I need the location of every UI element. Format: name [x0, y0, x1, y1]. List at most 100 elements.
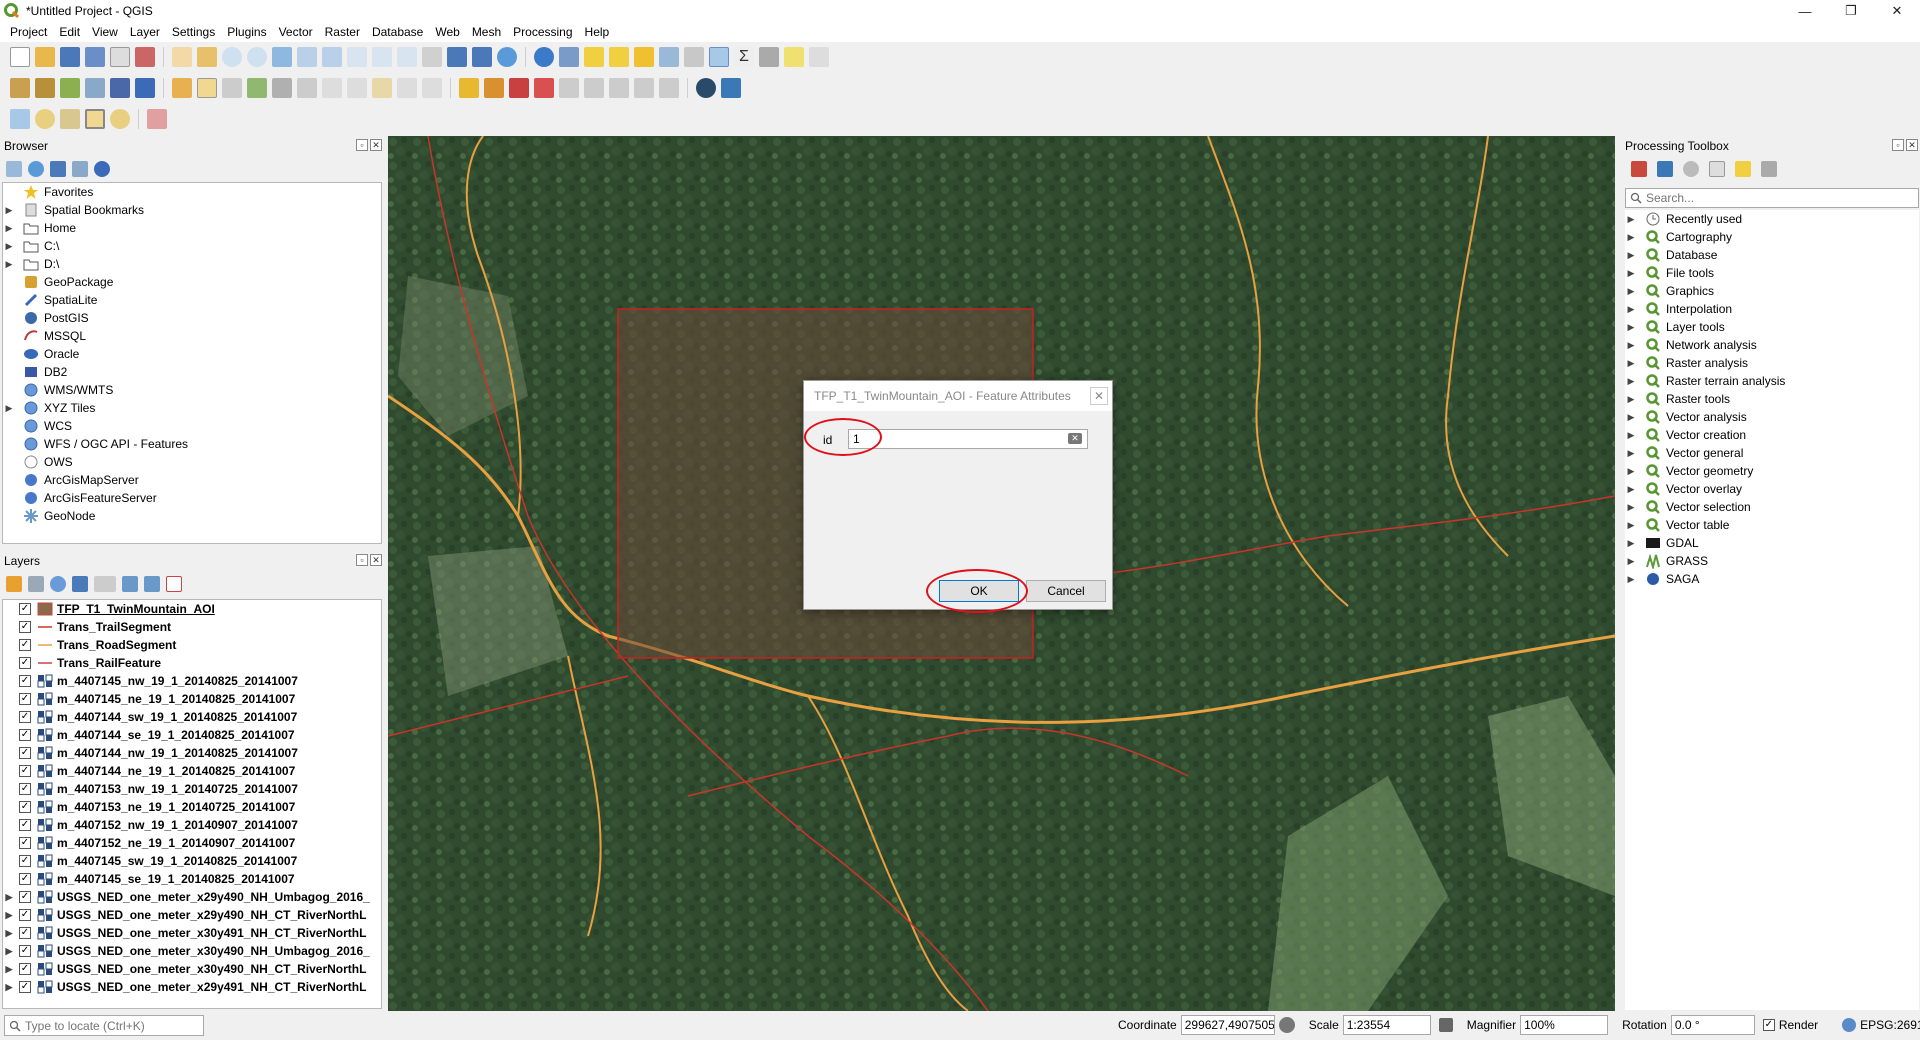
expand-arrow-icon[interactable]: ▶	[1625, 394, 1637, 405]
paste-features-icon[interactable]	[372, 78, 392, 98]
show-hide-labels-icon[interactable]	[534, 78, 554, 98]
layer-visibility-checkbox[interactable]: ✓	[19, 693, 31, 705]
layer-visibility-checkbox[interactable]: ✓	[19, 837, 31, 849]
new-map-view-icon[interactable]	[422, 47, 442, 67]
highlight-labels-icon[interactable]	[509, 78, 529, 98]
models-icon[interactable]	[1631, 161, 1647, 177]
map-tips-icon[interactable]	[784, 47, 804, 67]
toolbox-group[interactable]: ▶ Vector creation	[1625, 426, 1919, 444]
snapping-grid-icon[interactable]	[147, 109, 167, 129]
browser-item[interactable]: GeoPackage	[3, 273, 381, 291]
collapse-all-layers-icon[interactable]	[144, 576, 160, 592]
move-diagram-icon[interactable]	[634, 78, 654, 98]
collapse-all-icon[interactable]	[72, 161, 88, 177]
expand-arrow-icon[interactable]: ▶	[1625, 412, 1637, 423]
expand-arrow-icon[interactable]: ▶	[1625, 358, 1637, 369]
layout-manager-icon[interactable]	[135, 47, 155, 67]
identify-icon[interactable]	[534, 47, 554, 67]
layer-visibility-checkbox[interactable]: ✓	[19, 963, 31, 975]
layer-item[interactable]: ▶ ✓ USGS_NED_one_meter_x30y491_NH_CT_River…	[3, 924, 381, 942]
layer-item[interactable]: ✓ Trans_TrailSegment	[3, 618, 381, 636]
toolbox-group[interactable]: ▶ Cartography	[1625, 228, 1919, 246]
crs-icon[interactable]	[1842, 1018, 1857, 1032]
expand-arrow-icon[interactable]: ▶	[3, 946, 15, 957]
zoom-selection-icon[interactable]	[297, 47, 317, 67]
expand-arrow-icon[interactable]: ▶	[1625, 268, 1637, 279]
cancel-button[interactable]: Cancel	[1026, 580, 1106, 602]
layer-item[interactable]: ✓ m_4407145_nw_19_1_20140825_20141007	[3, 672, 381, 690]
python-console-icon[interactable]	[721, 78, 741, 98]
new-spatialite-layer-icon[interactable]	[110, 78, 130, 98]
add-rectangle-icon[interactable]	[85, 109, 105, 129]
expand-arrow-icon[interactable]: ▶	[3, 982, 15, 993]
scale-input[interactable]	[1342, 1015, 1431, 1035]
redo-icon[interactable]	[422, 78, 442, 98]
expand-arrow-icon[interactable]: ▶	[3, 241, 15, 252]
render-checkbox[interactable]: ✓	[1762, 1019, 1775, 1031]
layer-item[interactable]: ✓ Trans_RoadSegment	[3, 636, 381, 654]
filter-browser-icon[interactable]	[50, 161, 66, 177]
menu-layer[interactable]: Layer	[124, 22, 166, 42]
pan-icon[interactable]	[172, 47, 192, 67]
toolbox-group[interactable]: ▶ Vector selection	[1625, 498, 1919, 516]
field-calculator-icon[interactable]	[684, 47, 704, 67]
menu-database[interactable]: Database	[366, 22, 429, 42]
magnifier-input[interactable]	[1520, 1015, 1609, 1035]
toolbox-group[interactable]: ▶ File tools	[1625, 264, 1919, 282]
crs-label[interactable]: EPSG:26919	[1860, 1018, 1920, 1032]
new-project-icon[interactable]	[10, 47, 30, 67]
scripts-icon[interactable]	[1657, 161, 1673, 177]
select-features-icon[interactable]	[584, 47, 604, 67]
text-annotation-icon[interactable]	[809, 47, 829, 67]
layer-item[interactable]: ▶ ✓ USGS_NED_one_meter_x30y490_NH_Umbagog_…	[3, 942, 381, 960]
cut-features-icon[interactable]	[322, 78, 342, 98]
layer-visibility-checkbox[interactable]: ✓	[19, 657, 31, 669]
toolbox-group[interactable]: ▶ Network analysis	[1625, 336, 1919, 354]
expand-arrow-icon[interactable]: ▶	[1625, 520, 1637, 531]
layer-visibility-checkbox[interactable]: ✓	[19, 801, 31, 813]
expand-arrow-icon[interactable]: ▶	[3, 403, 15, 414]
layer-visibility-checkbox[interactable]: ✓	[19, 891, 31, 903]
undo-icon[interactable]	[397, 78, 417, 98]
regular-shape-icon[interactable]	[60, 109, 80, 129]
new-temporary-layer-icon[interactable]	[85, 78, 105, 98]
close-panel-icon[interactable]: ✕	[370, 139, 382, 151]
layer-visibility-checkbox[interactable]: ✓	[19, 711, 31, 723]
toolbox-group[interactable]: ▶ SAGA	[1625, 570, 1919, 588]
expand-arrow-icon[interactable]: ▶	[3, 223, 15, 234]
layer-item[interactable]: ✓ m_4407145_sw_19_1_20140825_20141007	[3, 852, 381, 870]
properties-widget-icon[interactable]	[94, 161, 110, 177]
expand-arrow-icon[interactable]: ▶	[1625, 322, 1637, 333]
toolbox-search-box[interactable]	[1625, 188, 1919, 208]
toolbox-group[interactable]: ▶ GDAL	[1625, 534, 1919, 552]
expand-arrow-icon[interactable]: ▶	[3, 205, 15, 216]
browser-item[interactable]: GeoNode	[3, 507, 381, 525]
browser-item[interactable]: WCS	[3, 417, 381, 435]
expand-arrow-icon[interactable]: ▶	[1625, 232, 1637, 243]
layer-item[interactable]: ✓ m_4407145_ne_19_1_20140825_20141007	[3, 690, 381, 708]
add-line-feature-icon[interactable]	[10, 109, 30, 129]
close-panel-icon[interactable]: ✕	[1906, 139, 1918, 151]
layer-visibility-checkbox[interactable]: ✓	[19, 981, 31, 993]
layer-visibility-checkbox[interactable]: ✓	[19, 765, 31, 777]
toolbox-group[interactable]: ▶ Vector general	[1625, 444, 1919, 462]
layer-visibility-checkbox[interactable]: ✓	[19, 909, 31, 921]
expand-arrow-icon[interactable]: ▶	[1625, 448, 1637, 459]
layer-item[interactable]: ✓ m_4407144_ne_19_1_20140825_20141007	[3, 762, 381, 780]
toolbox-group[interactable]: ▶ GRASS	[1625, 552, 1919, 570]
remove-layer-icon[interactable]	[166, 576, 182, 592]
new-bookmark-icon[interactable]	[447, 47, 467, 67]
toolbox-group[interactable]: ▶ Raster tools	[1625, 390, 1919, 408]
layer-item[interactable]: ✓ m_4407152_ne_19_1_20140907_20141007	[3, 834, 381, 852]
menu-web[interactable]: Web	[429, 22, 465, 42]
expand-all-icon[interactable]	[122, 576, 138, 592]
zoom-native-icon[interactable]	[347, 47, 367, 67]
edit-features-in-place-icon[interactable]	[1735, 161, 1751, 177]
restore-button[interactable]: ❐	[1828, 0, 1874, 22]
coordinate-input[interactable]	[1180, 1015, 1275, 1035]
filter-legend-icon[interactable]	[72, 576, 88, 592]
new-geopackage-layer-icon[interactable]	[35, 78, 55, 98]
save-project-icon[interactable]	[60, 47, 80, 67]
browser-item[interactable]: ArcGisMapServer	[3, 471, 381, 489]
layer-item[interactable]: ✓ m_4407144_nw_19_1_20140825_20141007	[3, 744, 381, 762]
